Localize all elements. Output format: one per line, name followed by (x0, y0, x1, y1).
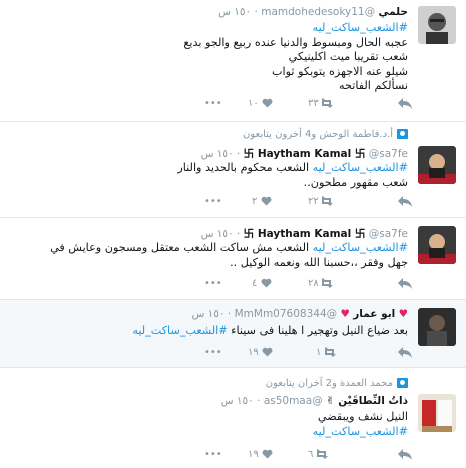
tweet-actions: ••• ٤ ٢٨ (0, 278, 412, 292)
more-icon[interactable]: ••• (204, 98, 222, 109)
hashtag-link[interactable]: #الشعب_ساكت_ليه (313, 161, 408, 174)
hashtag-link[interactable]: #الشعب_ساكت_ليه (313, 241, 408, 254)
timestamp[interactable]: ١٥٠ س (201, 228, 234, 240)
user-handle[interactable]: @sa7fe (369, 228, 408, 240)
reply-button[interactable] (398, 449, 412, 461)
tweet[interactable]: أ.د.فاطمة الوحش و4 آخرون يتابعون 卐 Hayth… (0, 122, 466, 218)
tweet-feed: حلمي @mamdohedesoky11 · ١٥٠ س #الشعب_ساك… (0, 0, 466, 468)
tweet-actions: ••• ٢ ٢٢ (0, 196, 412, 210)
social-context: أ.د.فاطمة الوحش و4 آخرون يتابعون (243, 129, 408, 142)
user-handle[interactable]: @mamdohedesoky11 (261, 6, 375, 18)
user-icon (397, 378, 408, 388)
reply-icon (398, 98, 412, 109)
like-button[interactable]: ٢ (252, 196, 272, 207)
victory-hand-icon: ✌ (326, 395, 335, 407)
tweet-line: النيل نشف ويبقضي (317, 410, 408, 423)
retweet-icon (322, 347, 336, 357)
hashtag-link[interactable]: #الشعب_ساكت_ليه (132, 324, 227, 337)
hashtag-link[interactable]: #الشعب_ساكت_ليه (6, 21, 408, 36)
tweet-header: 卐 Haytham Kamal 卐 @sa7fe · ١٥٠ س (200, 228, 408, 240)
reply-button[interactable] (398, 98, 412, 110)
reply-button[interactable] (398, 347, 412, 359)
tweet[interactable]: 卐 Haytham Kamal 卐 @sa7fe · ١٥٠ س #الشعب_… (0, 218, 466, 300)
tweet[interactable]: ♥ ابو عمار ♥ @MmMm07608344 · ١٥٠ س بعد ض… (0, 300, 466, 368)
retweet-button[interactable]: ٦ (308, 449, 331, 460)
display-name[interactable]: ابو عمار (353, 308, 395, 320)
tweet[interactable]: محمد العمدة و2 آخران يتابعون ذاتُ النِّط… (0, 368, 466, 468)
heart-icon (262, 449, 273, 459)
tweet-header: حلمي @mamdohedesoky11 · ١٥٠ س (218, 6, 408, 18)
tweet-text: #الشعب_ساكت_ليه الشعب مش ساكت الشعب معتق… (6, 241, 408, 270)
social-context: محمد العمدة و2 آخران يتابعون (266, 378, 408, 391)
reply-icon (398, 278, 412, 289)
retweet-button[interactable]: ٣٣ (308, 98, 336, 109)
more-icon[interactable]: ••• (204, 347, 222, 358)
tweet-actions: ••• ١٩ ٦ (0, 449, 412, 463)
retweet-icon (319, 278, 333, 288)
retweet-button[interactable]: ٢٢ (308, 196, 336, 207)
user-handle[interactable]: @as50maa (264, 395, 323, 407)
heart-emoji-icon: ♥ (340, 308, 350, 320)
tweet-line: شعب مقهور مطحون.. (303, 175, 408, 189)
timestamp[interactable]: ١٥٠ س (201, 148, 234, 160)
avatar[interactable] (418, 226, 456, 264)
retweet-icon (319, 196, 333, 206)
hashtag-link[interactable]: #الشعب_ساكت_ليه (6, 425, 408, 440)
tweet-header: ذاتُ النِّطاقَيْن ✌ @as50maa · ١٥٠ س (220, 395, 408, 407)
heart-icon (261, 278, 272, 288)
reply-icon (398, 449, 412, 460)
tweet-line: الشعب مش ساكت الشعب معتقل ومسجون وعايش ف… (50, 241, 310, 254)
reply-icon (398, 196, 412, 207)
like-button[interactable]: ١٩ (248, 449, 273, 460)
tweet-line: جهل وفقر ،،حسبنا الله ونعمه الوكيل .. (230, 255, 408, 269)
heart-emoji-icon: ♥ (398, 308, 408, 320)
retweet-button[interactable]: ١ (316, 347, 339, 358)
tweet-text: #الشعب_ساكت_ليه الشعب محكوم بالحديد والن… (6, 161, 408, 190)
tweet-actions: ••• ١٠ ٣٣ (0, 98, 412, 112)
reply-icon (398, 347, 412, 358)
display-name[interactable]: حلمي (378, 6, 408, 18)
display-name[interactable]: ذاتُ النِّطاقَيْن (338, 395, 408, 407)
like-button[interactable]: ٤ (252, 278, 272, 289)
tweet-line: بعد ضياع النيل وتهجير ا هلينا فى سيناء (231, 324, 408, 337)
avatar[interactable] (418, 394, 456, 432)
tweet-line: عجبه الحال ومبسوط والدنيا عنده ربيع والج… (183, 35, 408, 49)
avatar[interactable] (418, 146, 456, 184)
tweet-line: شعب تقريبا ميت اكلينيكي (288, 50, 408, 63)
timestamp[interactable]: ١٥٠ س (192, 308, 225, 320)
reply-button[interactable] (398, 278, 412, 290)
heart-icon (261, 196, 272, 206)
tweet-text: بعد ضياع النيل وتهجير ا هلينا فى سيناء #… (6, 324, 408, 339)
timestamp[interactable]: ١٥٠ س (218, 6, 251, 18)
like-button[interactable]: ١٠ (248, 98, 273, 109)
retweet-button[interactable]: ٢٨ (308, 278, 336, 289)
display-name[interactable]: 卐 Haytham Kamal 卐 (244, 148, 366, 160)
more-icon[interactable]: ••• (204, 278, 222, 289)
tweet-text: النيل نشف ويبقضي #الشعب_ساكت_ليه (6, 410, 408, 439)
more-icon[interactable]: ••• (204, 196, 222, 207)
tweet-line: نسألكم الفاتحه (338, 79, 408, 92)
heart-icon (262, 98, 273, 108)
tweet-actions: ••• ١٩ ١ (0, 347, 412, 361)
avatar[interactable] (418, 6, 456, 44)
tweet-line: شيلو عنه الاجهزه يتوبكو ثواب (272, 64, 408, 78)
avatar[interactable] (418, 308, 456, 346)
retweet-icon (314, 449, 328, 459)
tweet[interactable]: حلمي @mamdohedesoky11 · ١٥٠ س #الشعب_ساك… (0, 0, 466, 122)
timestamp[interactable]: ١٥٠ س (221, 395, 254, 407)
reply-button[interactable] (398, 196, 412, 208)
user-handle[interactable]: @MmMm07608344 (235, 308, 338, 320)
tweet-line: الشعب محكوم بالحديد والنار (177, 161, 310, 174)
user-icon (397, 129, 408, 139)
display-name[interactable]: 卐 Haytham Kamal 卐 (244, 228, 366, 240)
more-icon[interactable]: ••• (204, 449, 222, 460)
tweet-header: ♥ ابو عمار ♥ @MmMm07608344 · ١٥٠ س (191, 308, 409, 320)
tweet-text: #الشعب_ساكت_ليه عجبه الحال ومبسوط والدني… (6, 21, 408, 94)
user-handle[interactable]: @sa7fe (369, 148, 408, 160)
like-button[interactable]: ١٩ (248, 347, 273, 358)
heart-icon (262, 347, 273, 357)
tweet-header: 卐 Haytham Kamal 卐 @sa7fe · ١٥٠ س (200, 148, 408, 160)
retweet-icon (319, 98, 333, 108)
